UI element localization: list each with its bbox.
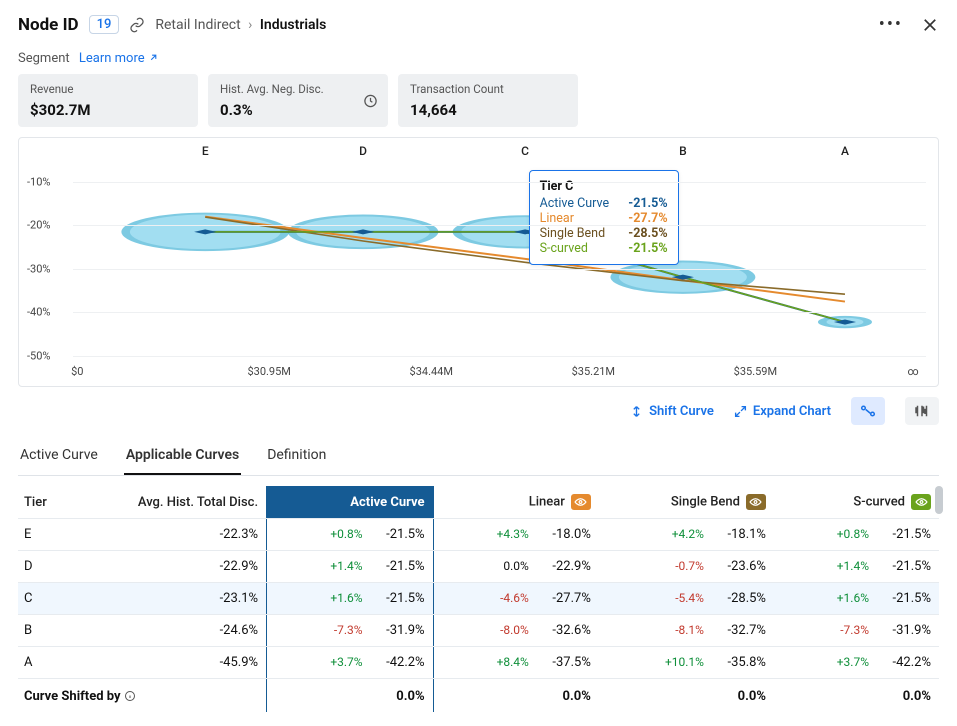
- y-axis-label: -20%: [27, 219, 50, 232]
- expand-chart-link[interactable]: Expand Chart: [734, 404, 831, 419]
- gridline: [73, 182, 926, 183]
- table-row[interactable]: B -24.6% -7.3%-31.9% -8.0%-32.6% -8.1%-3…: [18, 615, 939, 647]
- y-axis-label: -30%: [27, 262, 50, 275]
- tier-label: D: [359, 144, 367, 158]
- tab-definition[interactable]: Definition: [265, 439, 328, 475]
- segment-label: Segment: [18, 51, 70, 66]
- tooltip-row: Single Bend-28.5%: [540, 226, 668, 241]
- x-axis-label: $34.44M: [410, 365, 453, 378]
- x-axis-label: $0: [71, 365, 83, 378]
- scrollbar-thumb[interactable]: [935, 486, 943, 514]
- close-icon[interactable]: [921, 16, 939, 34]
- col-header[interactable]: S-curved: [774, 486, 939, 519]
- clock-icon: [363, 93, 378, 108]
- tier-label: C: [521, 144, 529, 158]
- table-row[interactable]: A -45.9% +3.7%-42.2% +8.4%-37.5% +10.1%-…: [18, 647, 939, 679]
- tier-label: A: [841, 144, 849, 158]
- x-axis-label: $35.59M: [734, 365, 777, 378]
- tier-label: E: [202, 144, 209, 158]
- chart-tooltip: Tier C Active Curve-21.5%Linear-27.7%Sin…: [529, 170, 679, 265]
- pricing-curves-chart[interactable]: Tier C Active Curve-21.5%Linear-27.7%Sin…: [23, 142, 934, 382]
- node-id-badge[interactable]: 19: [89, 15, 120, 34]
- x-axis-label: $30.95M: [247, 365, 290, 378]
- breadcrumb: Retail Indirect › Industrials: [155, 17, 326, 33]
- gridline: [73, 356, 926, 357]
- curves-table: TierAvg. Hist. Total Disc.Active CurveLi…: [18, 486, 939, 712]
- metric-value: 14,664: [410, 101, 566, 119]
- col-header[interactable]: Tier: [18, 486, 62, 519]
- col-header[interactable]: Linear: [433, 486, 599, 519]
- y-axis-label: -40%: [27, 306, 50, 319]
- chart-actions: Shift Curve Expand Chart: [18, 397, 939, 425]
- tab-active-curve[interactable]: Active Curve: [18, 439, 100, 475]
- chart-view-candlestick-icon[interactable]: [905, 397, 939, 425]
- metric-value: $302.7M: [30, 101, 186, 119]
- y-axis-label: -50%: [27, 350, 50, 363]
- tooltip-row: Active Curve-21.5%: [540, 196, 668, 211]
- metric-value: 0.3%: [220, 101, 376, 119]
- metric-card: Hist. Avg. Neg. Disc. 0.3%: [208, 74, 388, 127]
- learn-more-link[interactable]: Learn more: [79, 51, 159, 66]
- gridline: [73, 225, 926, 226]
- table-row[interactable]: C -23.1% +1.6%-21.5% -4.6%-27.7% -5.4%-2…: [18, 583, 939, 615]
- more-icon[interactable]: •••: [879, 14, 903, 35]
- metrics-row: Revenue $302.7MHist. Avg. Neg. Disc. 0.3…: [18, 74, 939, 127]
- gridline: [73, 312, 926, 313]
- tab-applicable-curves[interactable]: Applicable Curves: [124, 439, 241, 475]
- y-axis-label: -10%: [27, 175, 50, 188]
- col-header[interactable]: Active Curve: [267, 486, 434, 519]
- table-footer-row: Curve Shifted by 0.0% 0.0% 0.0% 0.0%: [18, 679, 939, 713]
- chart-container: Tier C Active Curve-21.5%Linear-27.7%Sin…: [18, 137, 939, 387]
- table-row[interactable]: D -22.9% +1.4%-21.5% 0.0%-22.9% -0.7%-23…: [18, 551, 939, 583]
- table-row[interactable]: E -22.3% +0.8%-21.5% +4.3%-18.0% +4.2%-1…: [18, 519, 939, 551]
- metric-label: Hist. Avg. Neg. Disc.: [220, 82, 376, 96]
- x-axis-label: ∞: [908, 365, 919, 378]
- metric-card: Transaction Count 14,664: [398, 74, 578, 127]
- segment-row: Segment Learn more: [18, 51, 939, 66]
- visibility-toggle-icon[interactable]: [571, 494, 591, 510]
- metric-label: Transaction Count: [410, 82, 566, 96]
- breadcrumb-parent[interactable]: Retail Indirect: [155, 17, 240, 33]
- breadcrumb-current: Industrials: [260, 17, 326, 33]
- tier-label: B: [679, 144, 687, 158]
- col-header[interactable]: Avg. Hist. Total Disc.: [62, 486, 267, 519]
- tooltip-row: Linear-27.7%: [540, 211, 668, 226]
- metric-card: Revenue $302.7M: [18, 74, 198, 127]
- shift-curve-link[interactable]: Shift Curve: [630, 404, 714, 419]
- visibility-toggle-icon[interactable]: [911, 494, 931, 510]
- tabs: Active Curve Applicable Curves Definition: [18, 439, 939, 476]
- gridline: [73, 269, 926, 270]
- link-icon[interactable]: [129, 17, 145, 33]
- col-header[interactable]: Single Bend: [599, 486, 774, 519]
- curves-table-wrap: TierAvg. Hist. Total Disc.Active CurveLi…: [18, 486, 939, 712]
- scrollbar-track[interactable]: [935, 486, 943, 712]
- tooltip-row: S-curved-21.5%: [540, 241, 668, 256]
- header-row: Node ID 19 Retail Indirect › Industrials…: [18, 14, 939, 35]
- x-axis-label: $35.21M: [572, 365, 615, 378]
- node-id-label: Node ID: [18, 15, 79, 35]
- visibility-toggle-icon[interactable]: [746, 494, 766, 510]
- chart-view-scatter-icon[interactable]: [851, 397, 885, 425]
- metric-label: Revenue: [30, 82, 186, 96]
